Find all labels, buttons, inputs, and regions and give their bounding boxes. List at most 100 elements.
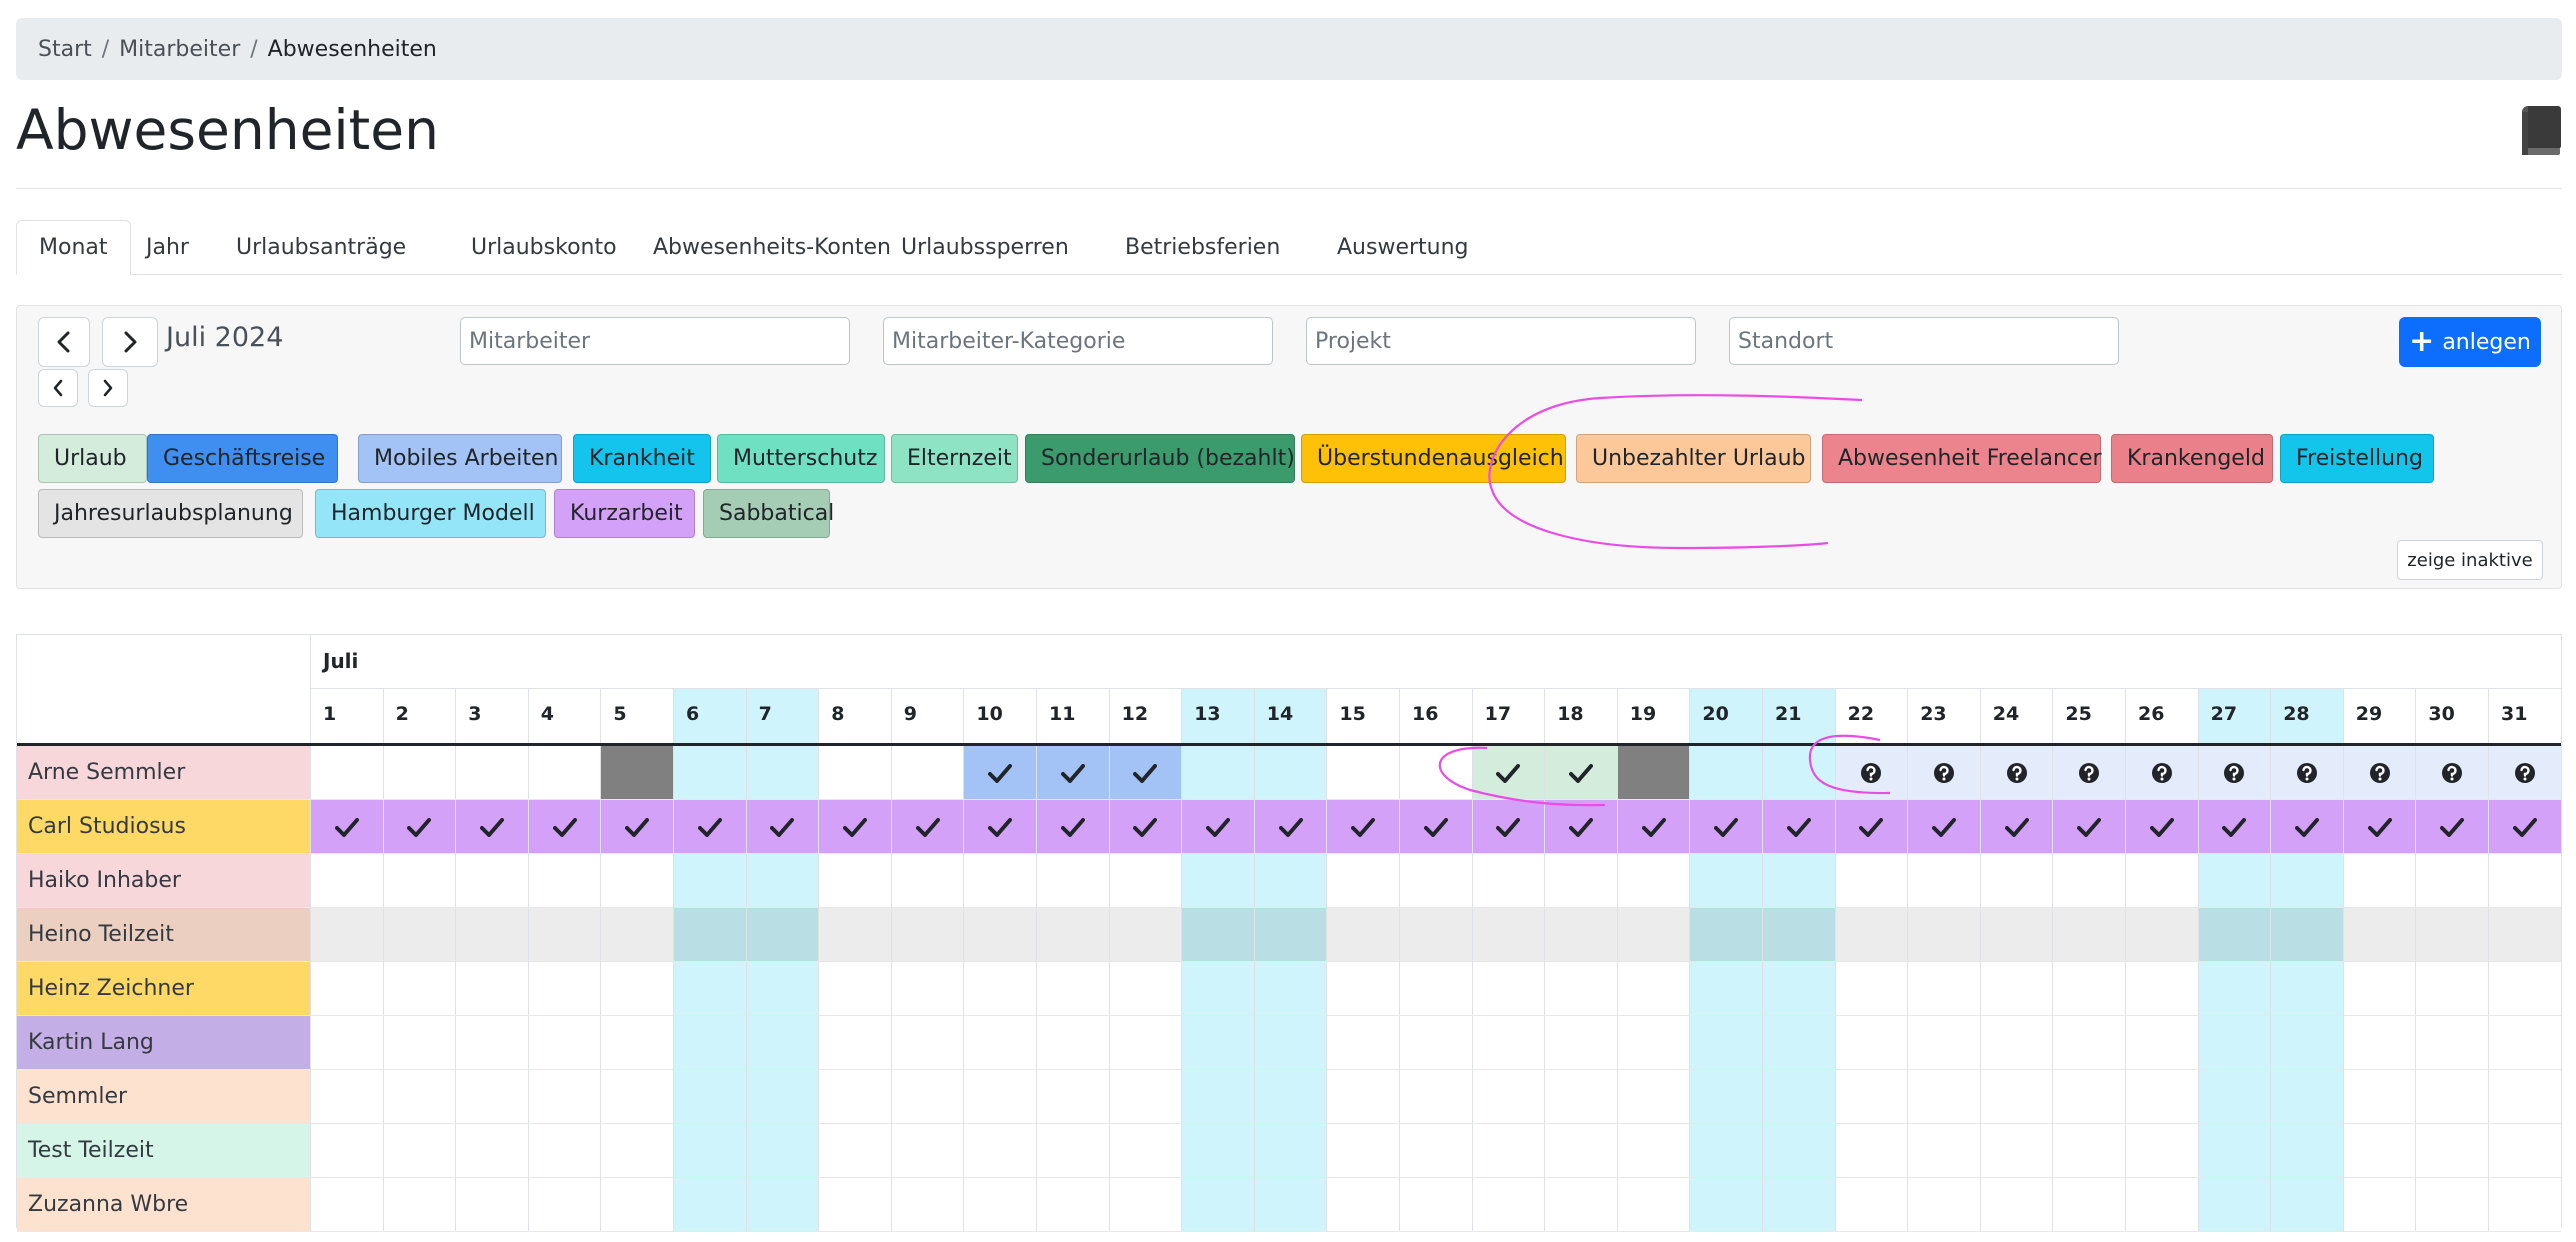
location-filter-input[interactable] xyxy=(1729,317,2119,365)
calendar-cell[interactable] xyxy=(1108,908,1182,962)
calendar-cell[interactable] xyxy=(1979,1016,2053,1070)
calendar-cell[interactable] xyxy=(2488,800,2561,854)
calendar-cell[interactable] xyxy=(1762,800,1835,854)
calendar-cell[interactable] xyxy=(963,962,1036,1016)
calendar-cell[interactable] xyxy=(2342,1016,2416,1070)
employee-filter-input[interactable] xyxy=(460,317,850,365)
calendar-cell[interactable] xyxy=(673,908,746,962)
calendar-cell[interactable] xyxy=(1616,908,1690,962)
calendar-cell[interactable] xyxy=(2125,746,2198,800)
calendar-cell[interactable] xyxy=(2415,800,2488,854)
calendar-cell[interactable] xyxy=(310,1016,383,1070)
calendar-cell[interactable] xyxy=(527,1016,601,1070)
calendar-cell[interactable] xyxy=(1616,800,1690,854)
calendar-cell[interactable] xyxy=(963,1178,1036,1232)
calendar-cell[interactable] xyxy=(1907,1124,1980,1178)
employee-name[interactable]: Heino Teilzeit xyxy=(17,908,310,962)
legend-chip-jahresurlaubsplanung[interactable]: Jahresurlaubsplanung xyxy=(38,489,303,538)
calendar-cell[interactable] xyxy=(890,854,964,908)
calendar-cell[interactable] xyxy=(890,908,964,962)
calendar-cell[interactable] xyxy=(818,800,891,854)
calendar-cell[interactable] xyxy=(673,1178,746,1232)
calendar-cell[interactable] xyxy=(745,746,819,800)
calendar-cell[interactable] xyxy=(1834,908,1908,962)
calendar-cell[interactable] xyxy=(2197,746,2271,800)
calendar-cell[interactable] xyxy=(310,1070,383,1124)
calendar-cell[interactable] xyxy=(2342,962,2416,1016)
calendar-cell[interactable] xyxy=(310,854,383,908)
calendar-cell[interactable] xyxy=(2125,962,2198,1016)
tab-leave-account[interactable]: Urlaubskonto xyxy=(449,220,639,274)
calendar-cell[interactable] xyxy=(1979,854,2053,908)
calendar-cell[interactable] xyxy=(1036,1016,1109,1070)
calendar-cell[interactable] xyxy=(1907,1178,1980,1232)
calendar-cell[interactable] xyxy=(1326,746,1399,800)
calendar-cell[interactable] xyxy=(382,1124,456,1178)
calendar-cell[interactable] xyxy=(382,800,456,854)
calendar-cell[interactable] xyxy=(2415,1178,2488,1232)
tab-month[interactable]: Monat xyxy=(16,220,131,275)
calendar-cell[interactable] xyxy=(1616,962,1690,1016)
calendar-cell[interactable] xyxy=(2342,908,2416,962)
calendar-cell[interactable] xyxy=(2125,1016,2198,1070)
calendar-cell[interactable] xyxy=(745,1124,819,1178)
calendar-cell[interactable] xyxy=(2270,1124,2343,1178)
tab-company-holidays[interactable]: Betriebsferien xyxy=(1103,220,1302,274)
prev-month-button[interactable] xyxy=(38,317,90,367)
calendar-cell[interactable] xyxy=(818,1016,891,1070)
calendar-cell[interactable] xyxy=(2488,1124,2561,1178)
calendar-cell[interactable] xyxy=(2488,1016,2561,1070)
book-icon[interactable] xyxy=(2518,104,2562,156)
calendar-cell[interactable] xyxy=(1689,854,1762,908)
calendar-cell[interactable] xyxy=(745,1016,819,1070)
calendar-cell[interactable] xyxy=(1181,908,1254,962)
calendar-cell[interactable] xyxy=(2052,854,2125,908)
calendar-cell[interactable] xyxy=(455,1070,528,1124)
calendar-cell[interactable] xyxy=(2488,1178,2561,1232)
calendar-cell[interactable] xyxy=(2125,1124,2198,1178)
calendar-cell[interactable] xyxy=(2125,908,2198,962)
calendar-cell[interactable] xyxy=(1253,1124,1327,1178)
calendar-cell[interactable] xyxy=(1544,962,1617,1016)
legend-chip-überstundenausgleich[interactable]: Überstundenausgleich xyxy=(1301,434,1566,483)
calendar-cell[interactable] xyxy=(527,962,601,1016)
calendar-cell[interactable] xyxy=(1036,800,1109,854)
calendar-cell[interactable] xyxy=(2342,1124,2416,1178)
calendar-cell[interactable] xyxy=(890,962,964,1016)
breadcrumb-employees[interactable]: Mitarbeiter xyxy=(119,37,240,62)
calendar-cell[interactable] xyxy=(1399,1178,1472,1232)
legend-chip-kurzarbeit[interactable]: Kurzarbeit xyxy=(554,489,695,538)
calendar-cell[interactable] xyxy=(1907,746,1980,800)
calendar-cell[interactable] xyxy=(1399,854,1472,908)
calendar-cell[interactable] xyxy=(745,1178,819,1232)
calendar-cell[interactable] xyxy=(1834,800,1908,854)
tab-year[interactable]: Jahr xyxy=(124,220,211,274)
calendar-cell[interactable] xyxy=(818,1124,891,1178)
legend-chip-sonderurlaub-bezahlt-[interactable]: Sonderurlaub (bezahlt) xyxy=(1025,434,1295,483)
calendar-cell[interactable] xyxy=(1399,908,1472,962)
calendar-cell[interactable] xyxy=(527,1124,601,1178)
calendar-cell[interactable] xyxy=(1907,854,1980,908)
calendar-cell[interactable] xyxy=(2052,908,2125,962)
legend-chip-krankheit[interactable]: Krankheit xyxy=(573,434,711,483)
calendar-cell[interactable] xyxy=(600,1070,673,1124)
employee-name[interactable]: Zuzanna Wbre xyxy=(17,1178,310,1232)
calendar-cell[interactable] xyxy=(745,800,819,854)
calendar-cell[interactable] xyxy=(2197,1124,2271,1178)
calendar-cell[interactable] xyxy=(2052,800,2125,854)
legend-chip-geschäftsreise[interactable]: Geschäftsreise xyxy=(147,434,338,483)
employee-name[interactable]: Haiko Inhaber xyxy=(17,854,310,908)
category-filter-input[interactable] xyxy=(883,317,1273,365)
calendar-cell[interactable] xyxy=(1544,1070,1617,1124)
calendar-cell[interactable] xyxy=(818,908,891,962)
calendar-cell[interactable] xyxy=(1544,1124,1617,1178)
calendar-cell[interactable] xyxy=(1471,1016,1545,1070)
calendar-cell[interactable] xyxy=(1253,1070,1327,1124)
calendar-cell[interactable] xyxy=(1834,1016,1908,1070)
calendar-cell[interactable] xyxy=(1253,1178,1327,1232)
calendar-cell[interactable] xyxy=(2270,908,2343,962)
calendar-cell[interactable] xyxy=(745,908,819,962)
calendar-cell[interactable] xyxy=(1834,1124,1908,1178)
legend-chip-elternzeit[interactable]: Elternzeit xyxy=(891,434,1018,483)
calendar-cell[interactable] xyxy=(2342,746,2416,800)
